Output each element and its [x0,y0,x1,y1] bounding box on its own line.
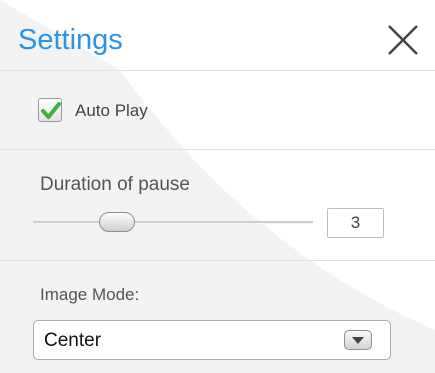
image-mode-select[interactable]: Center [33,320,391,360]
duration-value-field[interactable]: 3 [327,208,384,238]
image-mode-section: Image Mode: Center [0,261,435,373]
autoplay-label: Auto Play [75,101,148,120]
duration-label: Duration of pause [40,174,190,195]
close-icon [388,25,418,55]
checkmark-icon [41,102,61,119]
dropdown-button[interactable] [344,330,372,350]
settings-header: Settings [0,0,435,71]
duration-section: Duration of pause 3 [0,150,435,261]
duration-slider-handle[interactable] [99,212,135,232]
image-mode-selected-value: Center [44,330,102,351]
chevron-down-icon [352,337,364,344]
autoplay-checkbox[interactable] [38,98,62,122]
settings-title: Settings [18,24,123,56]
close-button[interactable] [385,22,421,58]
image-mode-label: Image Mode: [40,285,140,304]
duration-slider-track[interactable] [33,221,313,224]
autoplay-section: Auto Play [0,71,435,150]
settings-panel: Settings Auto Play Duration of pause 3 I… [0,0,435,373]
